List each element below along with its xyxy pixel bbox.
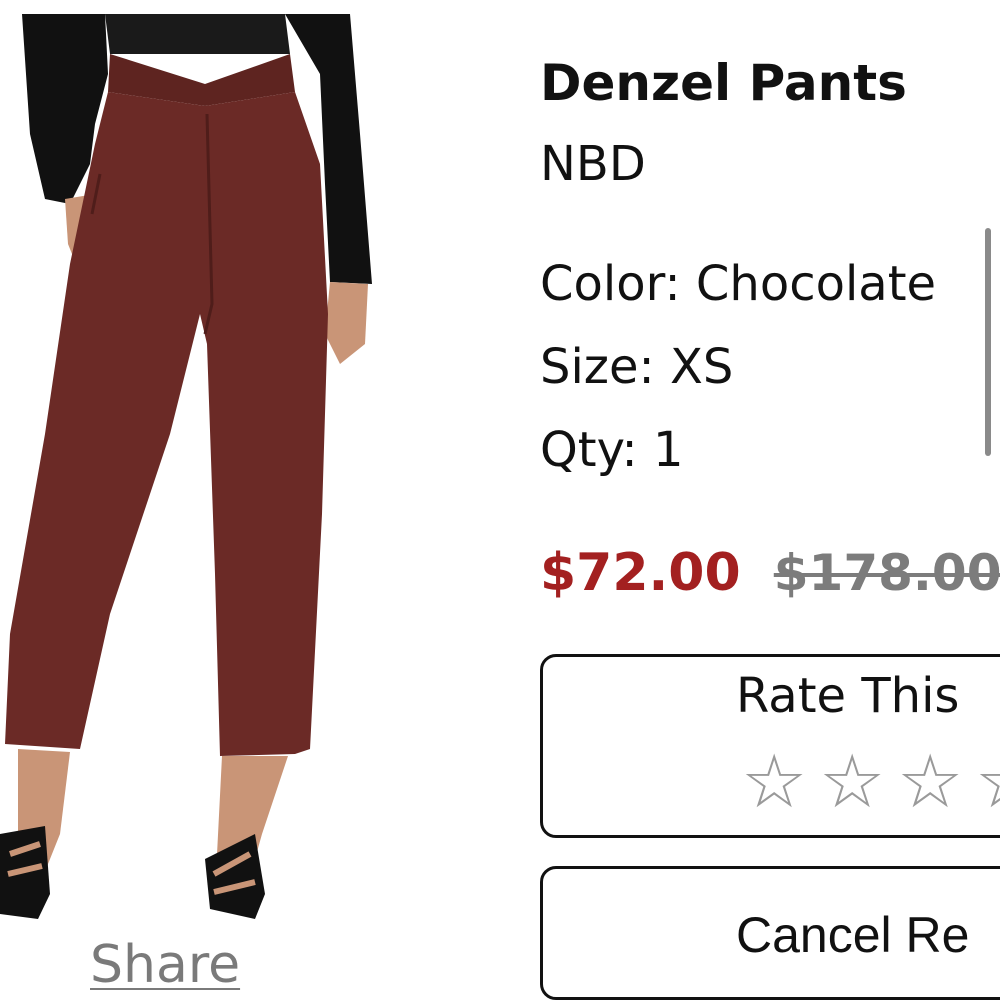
share-link[interactable]: Share (90, 935, 260, 995)
star-icon[interactable]: ☆ (897, 745, 975, 819)
product-image[interactable] (0, 14, 375, 932)
product-color: Color: Chocolate (540, 256, 937, 312)
product-details: Denzel Pants NBD Color: Chocolate Size: … (540, 0, 1000, 1000)
sale-price: $72.00 (540, 543, 741, 603)
product-qty: Qty: 1 (540, 422, 684, 478)
rate-this-card: Rate This ☆☆☆☆ (540, 654, 1000, 838)
product-size: Size: XS (540, 339, 734, 395)
scrollbar[interactable] (985, 228, 991, 456)
details-viewport: Denzel Pants NBD Color: Chocolate Size: … (540, 0, 1000, 1000)
cancel-button-label: Cancel Re (736, 907, 970, 963)
star-icon[interactable]: ☆ (741, 745, 819, 819)
star-rating[interactable]: ☆☆☆☆ (741, 745, 1000, 819)
rate-title: Rate This (736, 668, 960, 724)
price-row: $72.00 $178.00 (540, 541, 1000, 605)
star-icon[interactable]: ☆ (819, 745, 897, 819)
product-brand: NBD (540, 136, 646, 192)
cancel-button[interactable]: Cancel Re (540, 866, 1000, 1000)
original-price: $178.00 (773, 544, 1000, 602)
product-title: Denzel Pants (540, 54, 907, 112)
star-icon[interactable]: ☆ (975, 745, 1000, 819)
product-photo-icon (0, 14, 372, 919)
